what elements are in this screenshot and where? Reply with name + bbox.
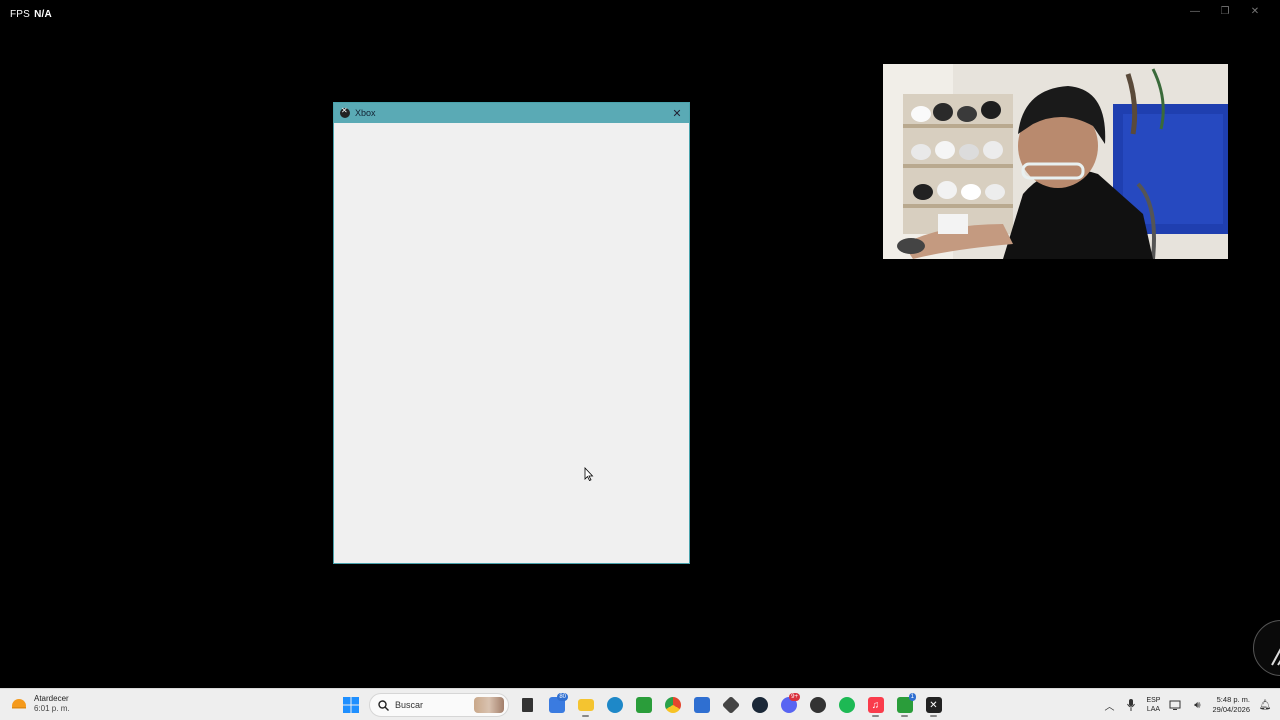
fps-label: FPS xyxy=(10,9,31,20)
minimize-button[interactable]: — xyxy=(1180,4,1210,18)
chevron-up-icon[interactable]: ︿ xyxy=(1102,698,1116,713)
webcam-feed xyxy=(883,64,1228,259)
taskbar-app-steam[interactable] xyxy=(745,693,774,717)
microphone-icon[interactable] xyxy=(1124,698,1138,712)
floating-widget-icon xyxy=(1271,648,1280,666)
taskbar-app-apple-music[interactable]: ♫ xyxy=(861,693,890,717)
mouse-cursor-icon xyxy=(584,467,594,481)
taskbar-app-explorer-dark[interactable] xyxy=(513,693,542,717)
folder-icon xyxy=(577,699,594,711)
taskbar-search[interactable]: Buscar xyxy=(369,693,509,717)
sunset-weather-icon xyxy=(10,699,28,713)
fps-counter: FPS N/A xyxy=(10,9,52,20)
taskbar-app-xbox-dialog[interactable]: ✕ xyxy=(919,693,948,717)
clock-time: 5:48 p. m. xyxy=(1216,695,1250,704)
store-icon xyxy=(693,697,710,713)
taskbar-app-chrome[interactable] xyxy=(658,693,687,717)
xbox-window: Xbox ✕ xyxy=(333,102,690,564)
fps-value: N/A xyxy=(34,9,52,20)
app-red-icon xyxy=(809,697,826,713)
taskbar-app-xbox[interactable] xyxy=(629,693,658,717)
search-icon xyxy=(378,699,389,711)
weather-time: 6:01 p. m. xyxy=(34,704,70,713)
clock[interactable]: 5:48 p. m. 29/04/2026 xyxy=(1212,695,1250,715)
weather-text: Atardecer 6:01 p. m. xyxy=(34,694,70,714)
floating-widget[interactable] xyxy=(1253,620,1280,676)
xbox-window-title: Xbox xyxy=(355,108,376,118)
xbox-close-button[interactable]: ✕ xyxy=(669,105,685,121)
taskbar: Atardecer 6:01 p. m. Buscar 80 9+ ♫ 1 ✕ … xyxy=(0,688,1280,720)
taskbar-app-xbox-2[interactable]: 1 xyxy=(890,693,919,717)
xbox-window-content xyxy=(334,123,689,563)
start-button[interactable] xyxy=(336,693,365,717)
music-icon: ♫ xyxy=(867,697,884,713)
network-icon[interactable] xyxy=(1168,698,1182,712)
xbox-app-icon xyxy=(635,697,652,713)
language-top: ESP xyxy=(1146,697,1161,704)
volume-icon[interactable]: 🔊︎ xyxy=(1190,698,1204,712)
taskbar-app-widgets[interactable]: 80 xyxy=(542,693,571,717)
taskbar-app-file-explorer[interactable] xyxy=(571,693,600,717)
edge-icon xyxy=(606,697,623,713)
windows-icon xyxy=(342,697,359,713)
document-icon xyxy=(522,698,533,712)
taskbar-app-cube[interactable] xyxy=(716,693,745,717)
taskbar-app-edge[interactable] xyxy=(600,693,629,717)
taskbar-app-spotify[interactable] xyxy=(832,693,861,717)
taskbar-app-red[interactable] xyxy=(803,693,832,717)
taskbar-app-store[interactable] xyxy=(687,693,716,717)
cube-icon xyxy=(721,695,740,715)
xbox-badge: 1 xyxy=(908,693,916,701)
restore-button[interactable]: ❐ xyxy=(1210,4,1240,18)
spotify-icon xyxy=(838,697,855,713)
widgets-badge: 80 xyxy=(557,693,568,701)
xbox-dialog-icon: ✕ xyxy=(925,697,942,713)
xbox-icon xyxy=(340,106,350,118)
system-tray: ︿ ESP LAA 🔊︎ 5:48 p. m. 29/04/2026 🔔︎ xyxy=(1102,693,1272,717)
steam-icon xyxy=(751,697,768,713)
chrome-icon xyxy=(664,697,681,713)
search-highlight-image xyxy=(474,697,504,713)
language-bottom: LAA xyxy=(1146,706,1161,713)
weather-title: Atardecer xyxy=(34,694,69,703)
discord-badge: 9+ xyxy=(789,693,800,701)
taskbar-app-discord[interactable]: 9+ xyxy=(774,693,803,717)
webcam-image xyxy=(883,64,1228,259)
close-button[interactable]: ✕ xyxy=(1240,4,1270,18)
desktop: FPSN/A — ❐ ✕ Xbox ✕ xyxy=(0,0,1280,688)
notification-bell-icon[interactable]: 🔔︎ xyxy=(1258,698,1272,712)
search-label: Buscar xyxy=(395,700,424,710)
xbox-titlebar[interactable]: Xbox ✕ xyxy=(334,103,689,123)
taskbar-apps: Buscar 80 9+ ♫ 1 ✕ xyxy=(336,693,948,717)
clock-date: 29/04/2026 xyxy=(1212,705,1250,714)
window-controls: — ❐ ✕ xyxy=(1180,4,1270,18)
weather-widget[interactable]: Atardecer 6:01 p. m. xyxy=(10,694,70,714)
language-indicator[interactable]: ESP LAA xyxy=(1146,696,1160,714)
